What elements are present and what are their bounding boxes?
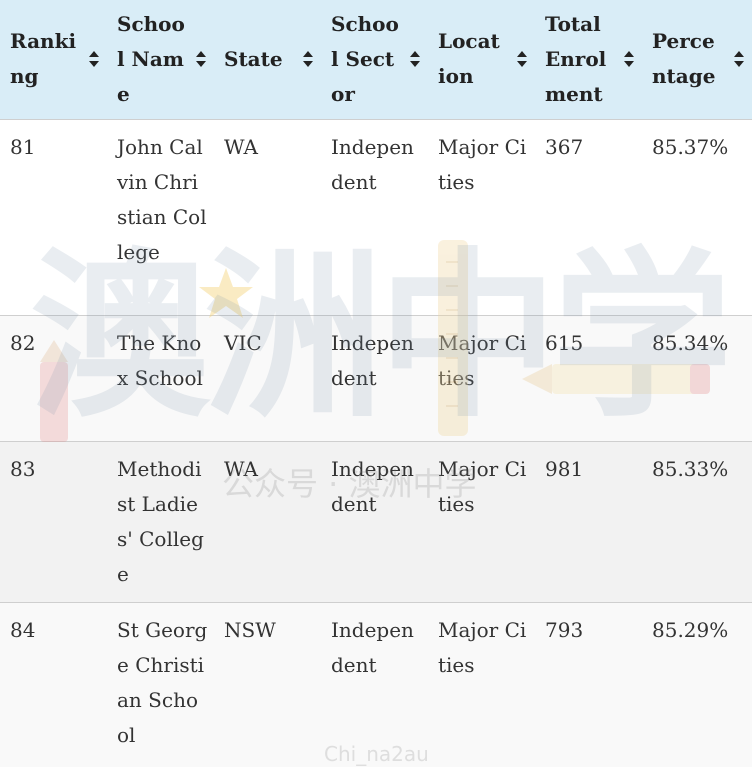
cell-total-enrolment: 367: [545, 134, 584, 159]
sort-icon[interactable]: [624, 51, 634, 68]
table-row: 81 John Calvin Christian College WA Inde…: [0, 119, 752, 315]
cell-school-sector: Independent: [331, 456, 414, 516]
cell-percentage: 85.37%: [652, 134, 729, 159]
column-header-percentage[interactable]: Percentage: [642, 0, 752, 119]
table-row: 84 St George Christian School NSW Indepe…: [0, 602, 752, 767]
cell-school-name: Methodist Ladies' College: [117, 456, 204, 586]
school-ranking-table: Ranking School Name State School Sector …: [0, 0, 752, 767]
column-header-label: Ranking: [10, 29, 77, 89]
column-header-school-sector[interactable]: School Sector: [321, 0, 428, 119]
table-body: 81 John Calvin Christian College WA Inde…: [0, 119, 752, 767]
table-header: Ranking School Name State School Sector …: [0, 0, 752, 119]
cell-school-name: John Calvin Christian College: [117, 134, 207, 264]
column-header-label: Location: [438, 29, 500, 89]
column-header-label: School Name: [117, 11, 185, 106]
sort-icon[interactable]: [89, 51, 99, 68]
column-header-ranking[interactable]: Ranking: [0, 0, 107, 119]
cell-percentage: 85.34%: [652, 330, 729, 355]
cell-school-name: St George Christian School: [117, 617, 208, 747]
cell-school-sector: Independent: [331, 617, 414, 677]
header-row: Ranking School Name State School Sector …: [0, 0, 752, 119]
cell-school-sector: Independent: [331, 330, 414, 390]
column-header-label: Percentage: [652, 29, 716, 89]
cell-total-enrolment: 615: [545, 330, 584, 355]
sort-icon[interactable]: [196, 51, 206, 68]
cell-percentage: 85.33%: [652, 456, 729, 481]
cell-location: Major Cities: [438, 456, 527, 516]
sort-icon[interactable]: [734, 51, 744, 68]
cell-location: Major Cities: [438, 330, 527, 390]
cell-percentage: 85.29%: [652, 617, 729, 642]
cell-state: WA: [224, 134, 259, 159]
cell-ranking: 83: [10, 456, 36, 481]
column-header-school-name[interactable]: School Name: [107, 0, 214, 119]
cell-state: NSW: [224, 617, 276, 642]
column-header-label: School Sector: [331, 11, 399, 106]
cell-state: VIC: [224, 330, 262, 355]
sort-icon[interactable]: [303, 51, 313, 68]
cell-ranking: 82: [10, 330, 36, 355]
cell-location: Major Cities: [438, 617, 527, 677]
table-row: 83 Methodist Ladies' College WA Independ…: [0, 441, 752, 602]
sort-icon[interactable]: [410, 51, 420, 68]
cell-total-enrolment: 981: [545, 456, 584, 481]
column-header-label: Total Enrolment: [545, 11, 607, 106]
cell-school-sector: Independent: [331, 134, 414, 194]
cell-school-name: The Knox School: [117, 330, 203, 390]
column-header-total-enrolment[interactable]: Total Enrolment: [535, 0, 642, 119]
cell-ranking: 84: [10, 617, 36, 642]
table-row: 82 The Knox School VIC Independent Major…: [0, 315, 752, 441]
sort-icon[interactable]: [517, 51, 527, 68]
cell-ranking: 81: [10, 134, 36, 159]
cell-state: WA: [224, 456, 259, 481]
cell-total-enrolment: 793: [545, 617, 584, 642]
column-header-state[interactable]: State: [214, 0, 321, 119]
column-header-location[interactable]: Location: [428, 0, 535, 119]
cell-location: Major Cities: [438, 134, 527, 194]
column-header-label: State: [224, 46, 283, 71]
